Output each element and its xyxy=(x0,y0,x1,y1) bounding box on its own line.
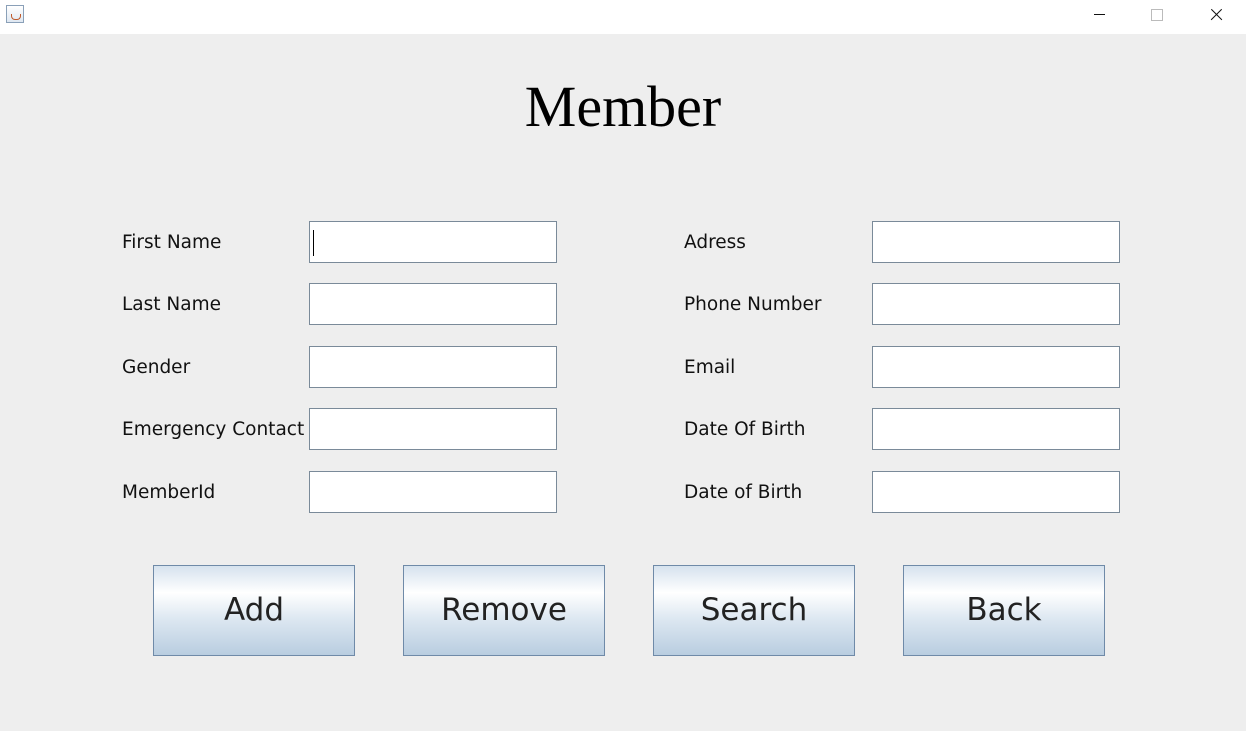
close-icon[interactable] xyxy=(1187,0,1245,30)
date-of-birth-field[interactable] xyxy=(872,408,1120,450)
member-id-label: MemberId xyxy=(122,482,216,503)
first-name-field[interactable] xyxy=(309,221,557,263)
date-of-birth-2-label: Date of Birth xyxy=(684,482,803,503)
page-title: Member xyxy=(524,74,722,139)
text-caret xyxy=(313,230,314,256)
gender-field[interactable] xyxy=(309,346,557,388)
remove-button[interactable]: Remove xyxy=(403,565,605,656)
last-name-field[interactable] xyxy=(309,283,557,325)
add-button[interactable]: Add xyxy=(153,565,355,656)
phone-number-field[interactable] xyxy=(872,283,1120,325)
search-button[interactable]: Search xyxy=(653,565,855,656)
phone-number-label: Phone Number xyxy=(684,294,822,315)
minimize-icon[interactable] xyxy=(1071,0,1129,30)
date-of-birth-2-field[interactable] xyxy=(872,471,1120,513)
first-name-label: First Name xyxy=(122,232,222,253)
member-id-field[interactable] xyxy=(309,471,557,513)
emergency-contact-label: Emergency Contact xyxy=(122,419,305,440)
maximize-icon[interactable] xyxy=(1128,0,1186,30)
address-label: Adress xyxy=(684,232,746,253)
email-label: Email xyxy=(684,357,736,378)
date-of-birth-label: Date Of Birth xyxy=(684,419,806,440)
address-field[interactable] xyxy=(872,221,1120,263)
gender-label: Gender xyxy=(122,357,191,378)
emergency-contact-field[interactable] xyxy=(309,408,557,450)
java-cup-icon[interactable] xyxy=(6,5,24,23)
back-button[interactable]: Back xyxy=(903,565,1105,656)
email-field[interactable] xyxy=(872,346,1120,388)
last-name-label: Last Name xyxy=(122,294,221,315)
title-bar xyxy=(0,0,1246,34)
